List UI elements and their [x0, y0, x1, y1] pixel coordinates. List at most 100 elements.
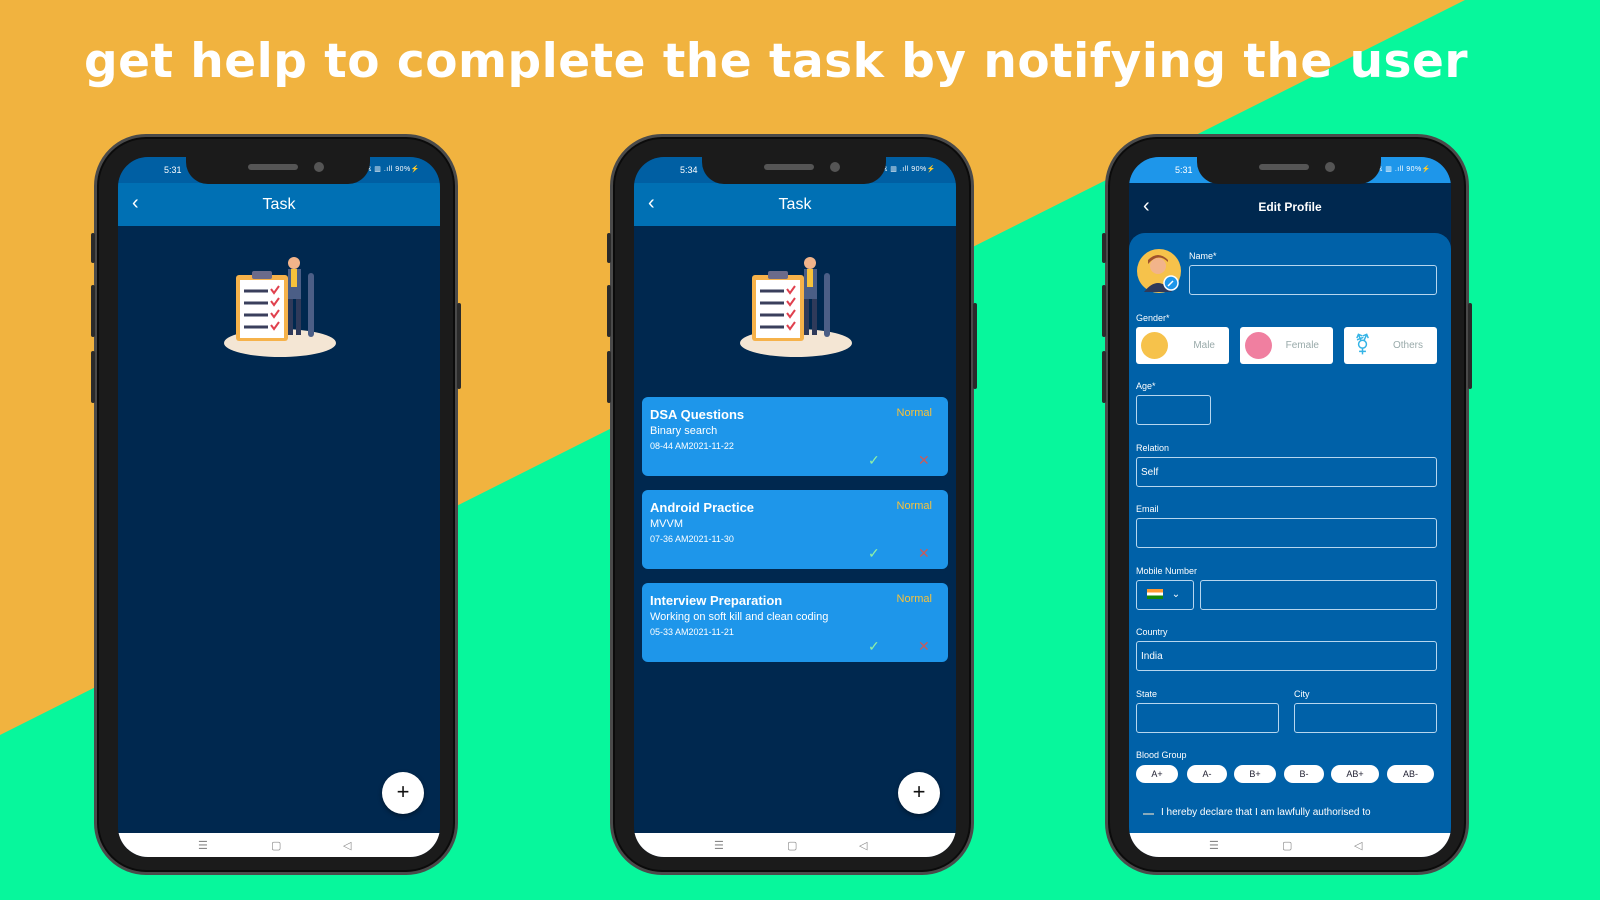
system-nav-bar: ☰ ▢ ◁	[118, 833, 440, 857]
state-field[interactable]	[1136, 703, 1279, 733]
male-avatar-icon	[1141, 332, 1168, 359]
blood-group-chip[interactable]: AB+	[1331, 765, 1379, 783]
power-button	[1468, 303, 1472, 389]
status-time: 5:31	[1175, 165, 1193, 175]
gender-option-label: Others	[1392, 340, 1423, 351]
complete-check-icon[interactable]: ✓	[868, 545, 880, 562]
gender-option-label: Female	[1285, 340, 1319, 351]
name-label: Name*	[1189, 251, 1217, 261]
task-title: Interview Preparation	[650, 593, 783, 608]
delete-cross-icon[interactable]: ✕	[918, 545, 930, 562]
phone-screen: 5:31 ℝ ▥ .ıll 90%⚡ ‹ Task + ☰ ▢ ◁	[118, 157, 440, 857]
menu-nav-icon[interactable]: ☰	[714, 839, 724, 852]
add-task-button[interactable]: +	[382, 772, 424, 814]
task-priority: Normal	[896, 593, 932, 605]
state-label: State	[1136, 689, 1158, 699]
blood-group-label: Blood Group	[1136, 750, 1187, 760]
volume-button	[1102, 233, 1106, 263]
blood-group-chip[interactable]: B-	[1284, 765, 1324, 783]
status-icons: ℝ ▥ .ıll 90%⚡	[365, 166, 420, 173]
complete-check-icon[interactable]: ✓	[868, 452, 880, 469]
complete-check-icon[interactable]: ✓	[868, 638, 880, 655]
task-clipboard-illustration	[740, 257, 852, 357]
city-field[interactable]	[1294, 703, 1437, 733]
status-time: 5:34	[680, 165, 698, 175]
volume-button	[607, 351, 611, 403]
back-nav-icon[interactable]: ◁	[1354, 839, 1362, 852]
age-label: Age*	[1136, 381, 1156, 391]
menu-nav-icon[interactable]: ☰	[198, 839, 208, 852]
age-field[interactable]	[1136, 395, 1211, 425]
city-label: City	[1294, 689, 1310, 699]
phone-edit-profile: 5:31 ℝ ▥ .ıll 90%⚡ ‹ Edit Profile Name* …	[1102, 134, 1472, 875]
gender-label: Gender*	[1136, 313, 1170, 323]
task-card[interactable]: DSA Questions Normal Binary search 08-44…	[642, 397, 948, 476]
declaration-checkbox[interactable]	[1143, 813, 1154, 815]
status-icons: ℝ ▥ .ıll 90%⚡	[881, 166, 936, 173]
notch	[702, 157, 886, 184]
blood-group-chip[interactable]: A-	[1187, 765, 1227, 783]
status-icons: ℝ ▥ .ıll 90%⚡	[1376, 166, 1431, 173]
task-title: DSA Questions	[650, 407, 745, 422]
country-code-select[interactable]: ⌄	[1136, 580, 1194, 610]
page-title: Edit Profile	[1258, 200, 1322, 214]
email-label: Email	[1136, 504, 1159, 514]
menu-nav-icon[interactable]: ☰	[1209, 839, 1219, 852]
task-title: Android Practice	[650, 500, 755, 515]
volume-button	[91, 351, 95, 403]
home-nav-icon[interactable]: ▢	[271, 839, 281, 852]
country-field[interactable]: India	[1136, 641, 1437, 671]
task-card[interactable]: Interview Preparation Normal Working on …	[642, 583, 948, 662]
task-datetime: 07-36 AM2021-11-30	[650, 534, 734, 544]
status-time: 5:31	[164, 165, 182, 175]
phone-empty-task: 5:31 ℝ ▥ .ıll 90%⚡ ‹ Task + ☰ ▢ ◁	[91, 134, 461, 875]
system-nav-bar: ☰ ▢ ◁	[634, 833, 956, 857]
relation-label: Relation	[1136, 443, 1170, 453]
home-nav-icon[interactable]: ▢	[787, 839, 797, 852]
delete-cross-icon[interactable]: ✕	[918, 638, 930, 655]
notch	[1197, 157, 1381, 184]
india-flag-icon	[1147, 589, 1163, 600]
notch	[186, 157, 370, 184]
chevron-down-icon: ⌄	[1171, 589, 1181, 600]
app-bar: ‹ Task	[634, 183, 956, 226]
page-title: Task	[262, 196, 296, 213]
power-button	[457, 303, 461, 389]
profile-avatar[interactable]	[1136, 248, 1182, 294]
task-priority: Normal	[896, 500, 932, 512]
app-bar: ‹ Task	[118, 183, 440, 226]
headline: get help to complete the task by notifyi…	[83, 34, 1469, 89]
back-nav-icon[interactable]: ◁	[343, 839, 351, 852]
gender-male-button[interactable]: Male	[1136, 327, 1229, 364]
task-datetime: 05-33 AM2021-11-21	[650, 627, 734, 637]
task-clipboard-illustration	[224, 257, 336, 357]
task-datetime: 08-44 AM2021-11-22	[650, 441, 734, 451]
country-label: Country	[1136, 627, 1168, 637]
volume-button	[607, 233, 611, 263]
task-description: Working on soft kill and clean coding	[650, 611, 829, 623]
delete-cross-icon[interactable]: ✕	[918, 452, 930, 469]
power-button	[973, 303, 977, 389]
volume-button	[607, 285, 611, 337]
task-card[interactable]: Android Practice Normal MVVM 07-36 AM202…	[642, 490, 948, 569]
page-title: Task	[778, 196, 812, 213]
system-nav-bar: ☰ ▢ ◁	[1129, 833, 1451, 857]
blood-group-chip[interactable]: A+	[1136, 765, 1178, 783]
email-field[interactable]	[1136, 518, 1437, 548]
gender-female-button[interactable]: Female	[1240, 327, 1333, 364]
gender-others-button[interactable]: ⚧ Others	[1344, 327, 1437, 364]
volume-button	[1102, 351, 1106, 403]
add-task-button[interactable]: +	[898, 772, 940, 814]
name-field[interactable]	[1189, 265, 1437, 295]
volume-button	[91, 285, 95, 337]
volume-button	[91, 233, 95, 263]
back-nav-icon[interactable]: ◁	[859, 839, 867, 852]
relation-field[interactable]: Self	[1136, 457, 1437, 487]
home-nav-icon[interactable]: ▢	[1282, 839, 1292, 852]
blood-group-chip[interactable]: AB-	[1387, 765, 1434, 783]
app-bar: ‹ Edit Profile	[1129, 183, 1451, 233]
female-avatar-icon	[1245, 332, 1272, 359]
blood-group-chip[interactable]: B+	[1234, 765, 1276, 783]
mobile-field[interactable]	[1200, 580, 1437, 610]
phone-screen: 5:31 ℝ ▥ .ıll 90%⚡ ‹ Edit Profile Name* …	[1129, 157, 1451, 857]
